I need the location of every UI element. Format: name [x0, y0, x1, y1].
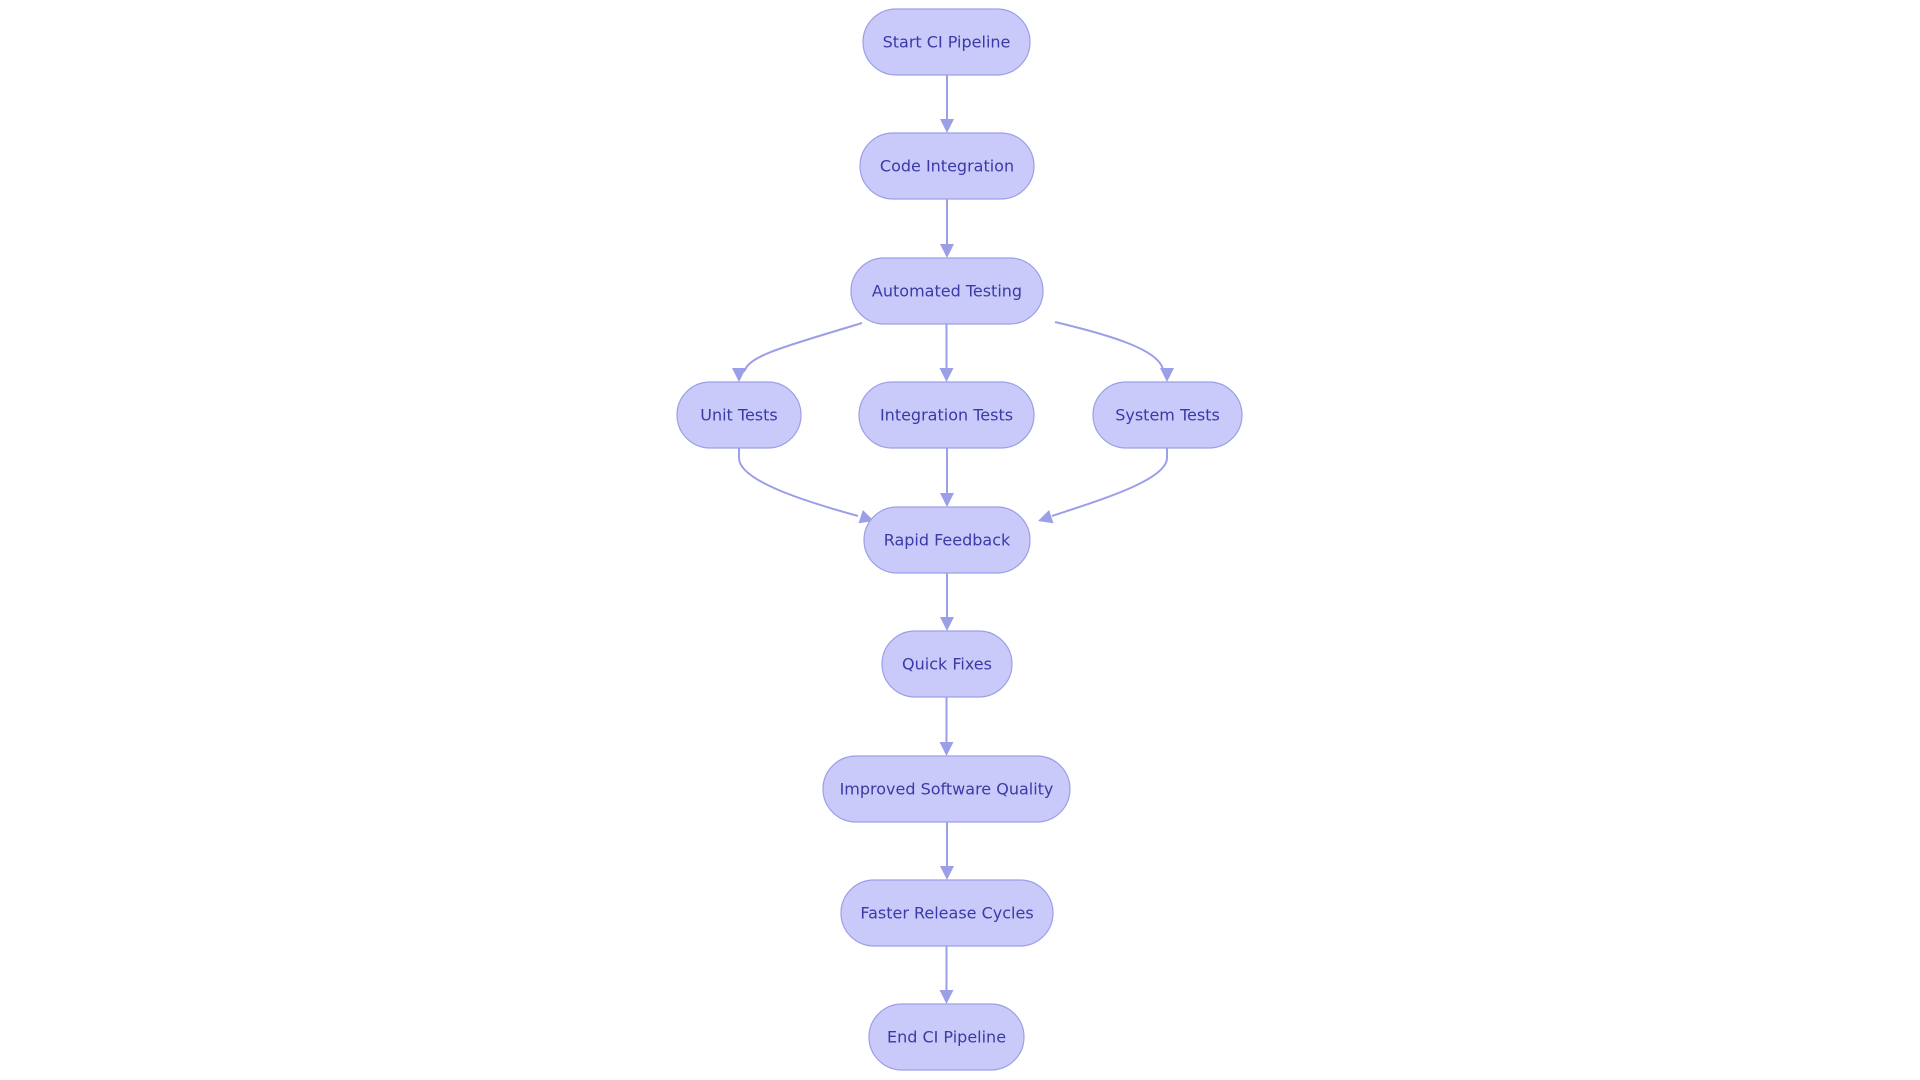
arrowhead-icon — [1038, 510, 1054, 524]
arrowhead-icon — [940, 866, 954, 880]
flowchart-canvas: Start CI Pipeline Code Integration Automat… — [676, 8, 1243, 1071]
edge-faster-end — [939, 946, 954, 1004]
arrowhead-icon — [939, 368, 954, 382]
edge-auto-integ — [939, 324, 954, 382]
edge-improved-faster — [940, 822, 954, 880]
edge-line — [742, 322, 863, 373]
edge-start-code — [940, 75, 954, 133]
node-auto[interactable]: Automated Testing — [850, 257, 1044, 325]
node-label: Integration Tests — [880, 406, 1013, 425]
edge-code-auto — [940, 199, 954, 258]
node-faster[interactable]: Faster Release Cycles — [840, 879, 1054, 947]
node-quick[interactable]: Quick Fixes — [881, 630, 1013, 698]
nodes-layer: Start CI Pipeline Code Integration Automat… — [676, 8, 1243, 1071]
arrowhead-icon — [940, 119, 954, 133]
node-start[interactable]: Start CI Pipeline — [862, 8, 1031, 76]
node-end[interactable]: End CI Pipeline — [868, 1003, 1025, 1071]
node-label: Code Integration — [880, 157, 1014, 176]
node-label: Automated Testing — [872, 282, 1022, 301]
edge-rapid-quick — [940, 573, 954, 631]
arrowhead-icon — [940, 493, 954, 507]
edge-unit-rapid — [738, 448, 874, 524]
node-label: Rapid Feedback — [884, 531, 1011, 550]
node-label: System Tests — [1115, 406, 1220, 425]
edge-line — [1054, 321, 1164, 371]
node-code[interactable]: Code Integration — [859, 132, 1035, 200]
node-label: Unit Tests — [700, 406, 778, 425]
node-label: Improved Software Quality — [840, 780, 1054, 799]
arrowhead-icon — [732, 368, 746, 382]
edge-line — [738, 448, 859, 517]
edge-auto-unit — [732, 322, 863, 382]
arrowhead-icon — [940, 617, 954, 631]
edge-quick-improved — [939, 697, 954, 756]
edge-integ-rapid — [940, 448, 954, 507]
node-rapid[interactable]: Rapid Feedback — [863, 506, 1031, 574]
arrowhead-icon — [939, 990, 954, 1004]
node-unit[interactable]: Unit Tests — [676, 381, 802, 449]
edge-system-rapid — [1038, 448, 1168, 524]
edge-line — [1051, 448, 1168, 517]
node-integ[interactable]: Integration Tests — [858, 381, 1035, 449]
node-improved[interactable]: Improved Software Quality — [822, 755, 1071, 823]
node-label: Start CI Pipeline — [883, 33, 1011, 52]
arrowhead-icon — [940, 244, 954, 258]
node-label: End CI Pipeline — [887, 1028, 1006, 1047]
edge-auto-system — [1054, 321, 1174, 382]
node-label: Faster Release Cycles — [860, 904, 1033, 923]
node-label: Quick Fixes — [902, 655, 992, 674]
arrowhead-icon — [939, 742, 954, 756]
node-system[interactable]: System Tests — [1092, 381, 1243, 449]
arrowhead-icon — [1160, 368, 1174, 382]
